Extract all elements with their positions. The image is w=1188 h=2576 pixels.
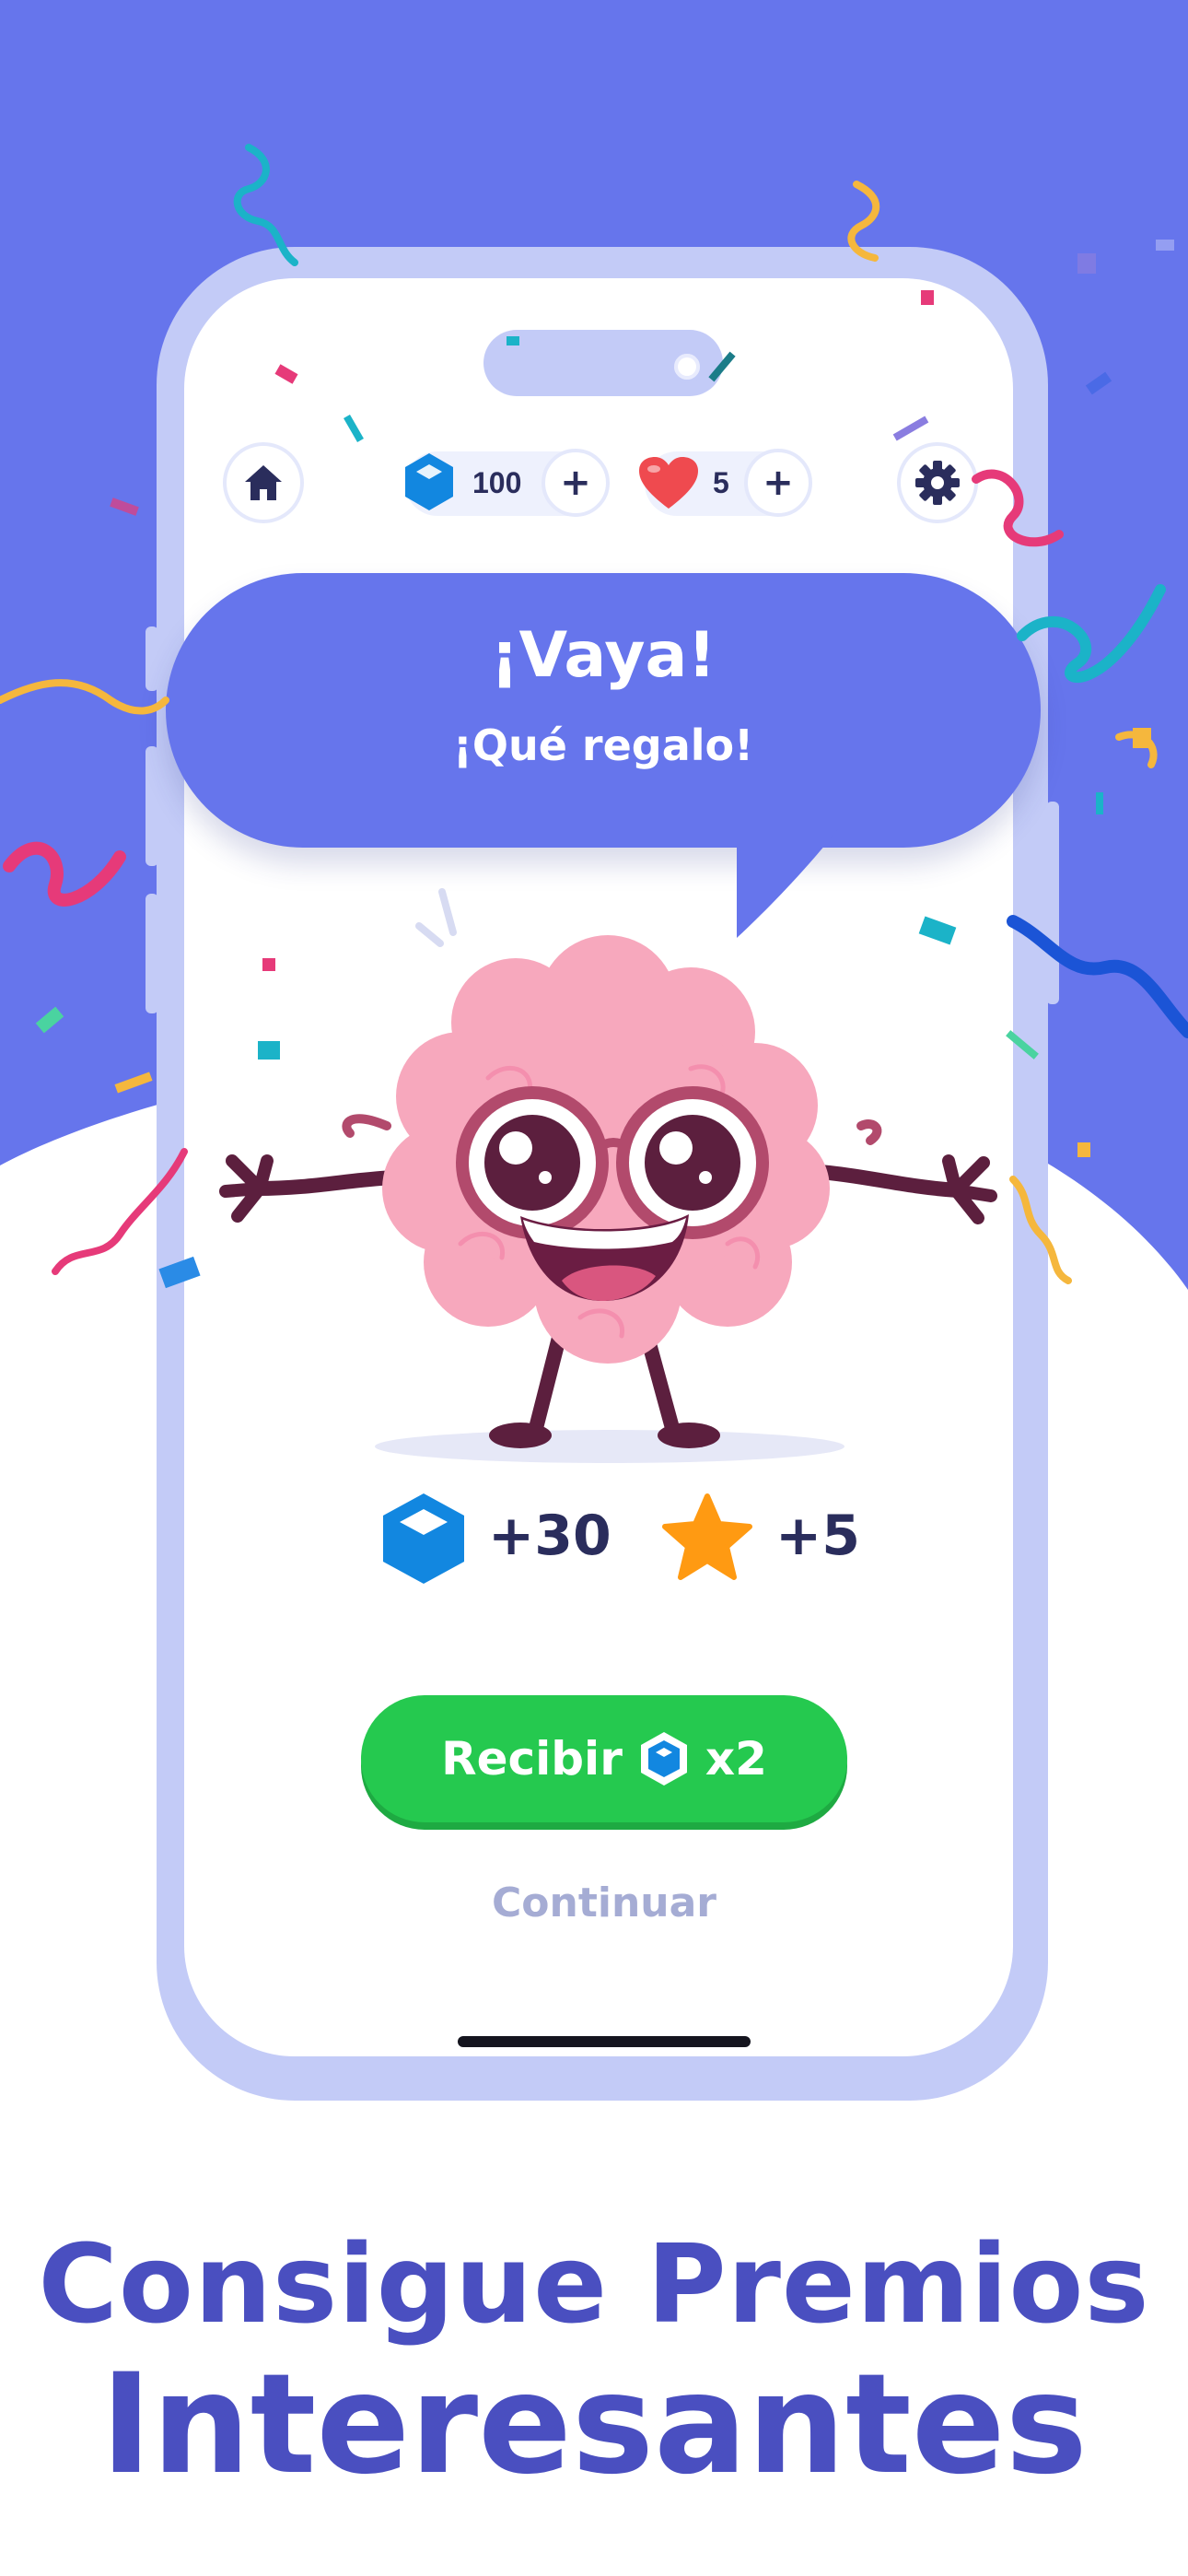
headline-line1: Consigue Premios <box>38 2220 1150 2348</box>
bubble-subtitle: ¡Qué regalo! <box>452 720 754 770</box>
phone-side-button <box>1046 802 1059 1004</box>
lives-count: 5 <box>713 466 729 499</box>
gem-count: 100 <box>472 466 522 499</box>
add-lives-button[interactable]: + <box>744 449 812 517</box>
gear-icon <box>915 461 960 505</box>
headline-line2: Interesantes <box>100 2345 1088 2505</box>
receive-double-button[interactable]: Recibir x2 <box>361 1695 847 1822</box>
home-indicator <box>458 2036 751 2047</box>
phone-side-button <box>146 746 158 866</box>
bubble-title: ¡Vaya! <box>490 619 716 692</box>
heart-icon <box>639 457 698 509</box>
gem-icon <box>383 1493 464 1584</box>
brain-mascot <box>219 888 997 1463</box>
phone-side-button <box>146 626 158 691</box>
multiplier-label: x2 <box>705 1732 767 1786</box>
home-button[interactable] <box>223 442 304 523</box>
phone-side-button <box>146 894 158 1013</box>
gem-reward: +30 <box>488 1504 611 1568</box>
gem-icon <box>640 1732 687 1786</box>
camera-dot <box>670 350 704 383</box>
receive-label: Recibir <box>441 1732 623 1786</box>
continue-link[interactable]: Continuar <box>361 1879 847 1926</box>
add-gems-button[interactable]: + <box>542 449 610 517</box>
speech-bubble <box>166 573 1041 848</box>
home-icon <box>245 465 282 500</box>
settings-button[interactable] <box>897 442 978 523</box>
gem-icon <box>405 453 453 510</box>
star-icon <box>662 1493 752 1580</box>
star-reward: +5 <box>775 1504 861 1568</box>
